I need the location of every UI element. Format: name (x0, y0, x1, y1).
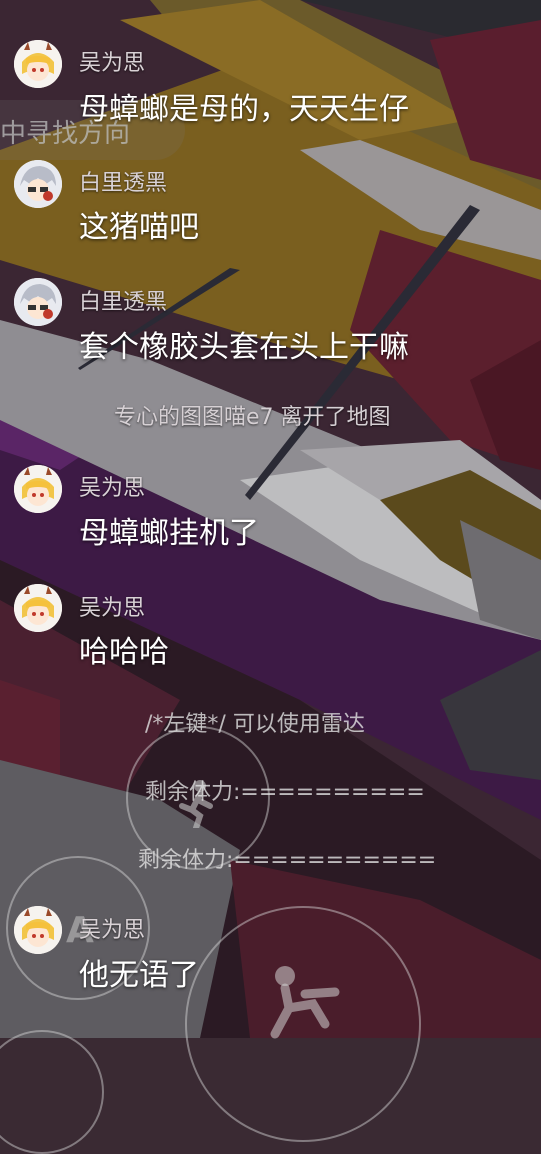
gray-hair-avatar[interactable] (14, 278, 62, 326)
chat-username: 白里透黑 (79, 290, 168, 315)
chat-username: 吴为思 (79, 918, 146, 943)
stamina-bar-text: 剩余体力:========== (145, 780, 425, 805)
blonde-girl-avatar[interactable] (14, 40, 62, 88)
chat-message: 母蟑螂是母的，天天生仔 (79, 92, 409, 127)
chat-message: 这猪喵吧 (79, 210, 199, 245)
chat-message: 母蟑螂挂机了 (79, 516, 259, 551)
gray-hair-avatar[interactable] (14, 160, 62, 208)
stamina-bar-text: 剩余体力:=========== (138, 848, 437, 873)
chat-message: 他无语了 (79, 958, 199, 993)
system-message: 专心的图图喵e7 离开了地图 (114, 405, 391, 430)
chat-username: 吴为思 (79, 51, 146, 76)
blonde-girl-avatar[interactable] (14, 465, 62, 513)
jump-figure-icon (270, 966, 340, 1039)
chat-message: 套个橡胶头套在头上干嘛 (79, 330, 409, 365)
action-button[interactable] (185, 906, 421, 1142)
chat-username: 吴为思 (79, 596, 146, 621)
chat-username: 白里透黑 (79, 171, 168, 196)
chat-message: 哈哈哈 (79, 635, 169, 670)
blonde-girl-avatar[interactable] (14, 584, 62, 632)
chat-username: 吴为思 (79, 476, 146, 501)
blonde-girl-avatar[interactable] (14, 906, 62, 954)
secondary-joystick[interactable] (0, 1030, 104, 1154)
